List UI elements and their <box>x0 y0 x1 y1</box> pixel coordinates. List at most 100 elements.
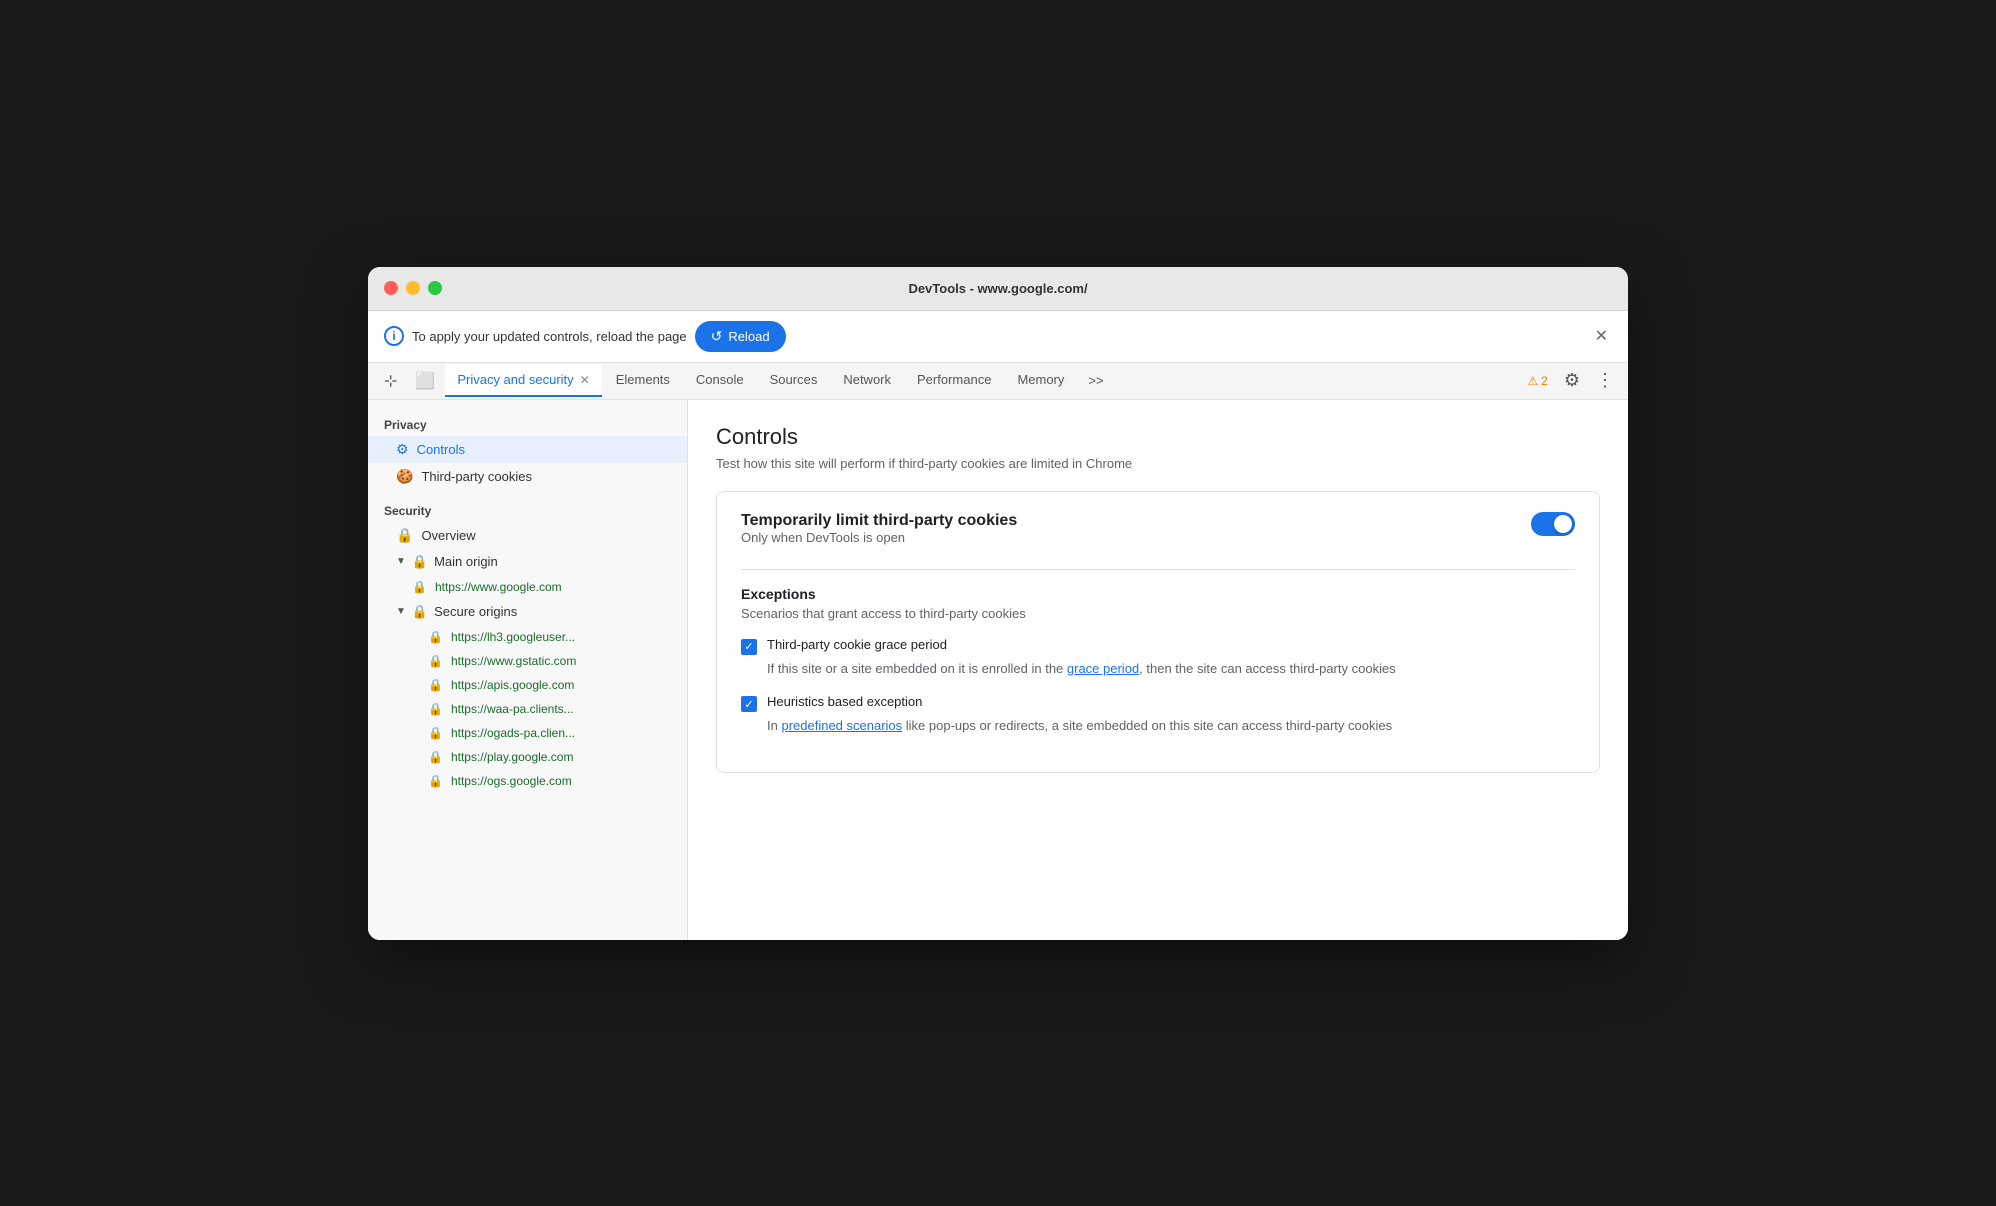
controls-icon: ⚙ <box>396 441 409 458</box>
grace-period-title: Third-party cookie grace period <box>767 637 947 652</box>
title-bar: DevTools - www.google.com/ <box>368 267 1628 311</box>
close-button[interactable] <box>384 281 398 295</box>
warning-count: 2 <box>1541 374 1548 388</box>
url5-label: https://ogads-pa.clien... <box>451 726 575 740</box>
heuristics-desc-after: like pop-ups or redirects, a site embedd… <box>902 718 1392 733</box>
more-menu-button[interactable]: ⋮ <box>1590 364 1620 397</box>
exception-grace-period: ✓ Third-party cookie grace period If thi… <box>741 637 1575 679</box>
tab-privacy-security[interactable]: Privacy and security ✕ <box>445 364 601 397</box>
reload-label: Reload <box>728 329 769 344</box>
url6-lock-icon: 🔒 <box>428 750 443 764</box>
more-tabs-button[interactable]: >> <box>1078 365 1113 396</box>
heuristics-desc-before: In <box>767 718 781 733</box>
settings-icon: ⚙ <box>1564 370 1580 390</box>
sidebar-item-url2[interactable]: 🔒 https://www.gstatic.com <box>368 649 687 673</box>
grace-period-desc-after: , then the site can access third-party c… <box>1139 661 1396 676</box>
heuristics-desc: In predefined scenarios like pop-ups or … <box>741 716 1575 736</box>
devtools-window: DevTools - www.google.com/ i To apply yo… <box>368 267 1628 940</box>
warning-icon: ⚠ <box>1527 374 1538 388</box>
notification-text: To apply your updated controls, reload t… <box>412 329 687 344</box>
privacy-section-label: Privacy <box>368 412 687 436</box>
exception-grace-period-header: ✓ Third-party cookie grace period <box>741 637 1575 655</box>
traffic-lights <box>384 281 442 295</box>
notification-bar: i To apply your updated controls, reload… <box>368 311 1628 363</box>
device-toolbar-button[interactable]: ⬜ <box>407 363 443 399</box>
card-title: Temporarily limit third-party cookies <box>741 512 1017 530</box>
exception-heuristics: ✓ Heuristics based exception In predefin… <box>741 694 1575 736</box>
reload-button[interactable]: ↺ Reload <box>695 321 786 352</box>
sidebar-item-url6[interactable]: 🔒 https://play.google.com <box>368 745 687 769</box>
grace-period-desc: If this site or a site embedded on it is… <box>741 659 1575 679</box>
url2-label: https://www.gstatic.com <box>451 654 576 668</box>
grace-period-checkbox[interactable]: ✓ <box>741 639 757 655</box>
sidebar-item-controls[interactable]: ⚙ Controls <box>368 436 687 463</box>
secure-origins-lock-icon: 🔒 <box>412 604 428 620</box>
card-header: Temporarily limit third-party cookies On… <box>741 512 1575 565</box>
close-notification-button[interactable]: ✕ <box>1591 322 1612 350</box>
overview-lock-icon: 🔒 <box>396 527 413 544</box>
grace-period-link[interactable]: grace period <box>1067 661 1139 676</box>
sidebar-item-url1[interactable]: 🔒 https://lh3.googleuser... <box>368 625 687 649</box>
main-origin-lock-icon: 🔒 <box>412 554 428 570</box>
panel-title: Controls <box>716 424 1600 450</box>
sidebar-item-third-party-cookies[interactable]: 🍪 Third-party cookies <box>368 463 687 490</box>
sidebar-item-secure-origins[interactable]: ▼ 🔒 Secure origins <box>368 599 687 625</box>
url2-lock-icon: 🔒 <box>428 654 443 668</box>
tab-console-label: Console <box>696 372 744 387</box>
cookies-icon: 🍪 <box>396 468 413 485</box>
sidebar-item-url7[interactable]: 🔒 https://ogs.google.com <box>368 769 687 793</box>
url7-label: https://ogs.google.com <box>451 774 572 788</box>
sidebar-item-main-origin-url[interactable]: 🔒 https://www.google.com <box>368 575 687 599</box>
more-menu-icon: ⋮ <box>1596 370 1614 390</box>
tab-network[interactable]: Network <box>831 364 903 397</box>
main-origin-url-lock-icon: 🔒 <box>412 580 427 594</box>
url4-label: https://waa-pa.clients... <box>451 702 574 716</box>
settings-button[interactable]: ⚙ <box>1558 364 1586 397</box>
url1-lock-icon: 🔒 <box>428 630 443 644</box>
tab-privacy-security-label: Privacy and security <box>457 372 573 387</box>
sidebar-item-url3[interactable]: 🔒 https://apis.google.com <box>368 673 687 697</box>
tab-network-label: Network <box>843 372 891 387</box>
tab-sources[interactable]: Sources <box>758 364 830 397</box>
info-icon: i <box>384 326 404 346</box>
security-section-label: Security <box>368 498 687 522</box>
url1-label: https://lh3.googleuser... <box>451 630 575 644</box>
secure-origins-label: Secure origins <box>434 604 517 619</box>
tab-elements-label: Elements <box>616 372 670 387</box>
panel-subtitle: Test how this site will perform if third… <box>716 456 1600 471</box>
heuristics-link[interactable]: predefined scenarios <box>781 718 902 733</box>
tab-elements[interactable]: Elements <box>604 364 682 397</box>
sidebar-item-url4[interactable]: 🔒 https://waa-pa.clients... <box>368 697 687 721</box>
secure-origins-arrow-icon: ▼ <box>396 606 406 617</box>
url3-label: https://apis.google.com <box>451 678 574 692</box>
cookies-label: Third-party cookies <box>421 469 532 484</box>
card-title-block: Temporarily limit third-party cookies On… <box>741 512 1017 565</box>
overview-label: Overview <box>421 528 475 543</box>
tab-memory[interactable]: Memory <box>1005 364 1076 397</box>
sidebar-item-overview[interactable]: 🔒 Overview <box>368 522 687 549</box>
sidebar: Privacy ⚙ Controls 🍪 Third-party cookies… <box>368 400 688 940</box>
cookie-card: Temporarily limit third-party cookies On… <box>716 491 1600 773</box>
tab-bar-actions: ⚠ 2 ⚙ ⋮ <box>1521 364 1620 397</box>
maximize-button[interactable] <box>428 281 442 295</box>
heuristics-checkbox[interactable]: ✓ <box>741 696 757 712</box>
exceptions-subtitle: Scenarios that grant access to third-par… <box>741 606 1575 621</box>
tab-console[interactable]: Console <box>684 364 756 397</box>
tab-performance[interactable]: Performance <box>905 364 1003 397</box>
sidebar-item-main-origin[interactable]: ▼ 🔒 Main origin <box>368 549 687 575</box>
heuristics-title: Heuristics based exception <box>767 694 922 709</box>
close-tab-icon[interactable]: ✕ <box>580 373 590 387</box>
card-subtitle: Only when DevTools is open <box>741 530 1017 545</box>
sidebar-item-url5[interactable]: 🔒 https://ogads-pa.clien... <box>368 721 687 745</box>
url4-lock-icon: 🔒 <box>428 702 443 716</box>
limit-cookies-toggle[interactable] <box>1531 512 1575 536</box>
inspect-icon-button[interactable]: ⊹ <box>376 363 405 399</box>
window-title: DevTools - www.google.com/ <box>908 281 1087 296</box>
warning-badge[interactable]: ⚠ 2 <box>1521 370 1553 392</box>
main-panel: Controls Test how this site will perform… <box>688 400 1628 940</box>
url7-lock-icon: 🔒 <box>428 774 443 788</box>
minimize-button[interactable] <box>406 281 420 295</box>
main-origin-arrow-icon: ▼ <box>396 556 406 567</box>
main-origin-url-label: https://www.google.com <box>435 580 562 594</box>
inspect-icon: ⊹ <box>384 373 397 390</box>
